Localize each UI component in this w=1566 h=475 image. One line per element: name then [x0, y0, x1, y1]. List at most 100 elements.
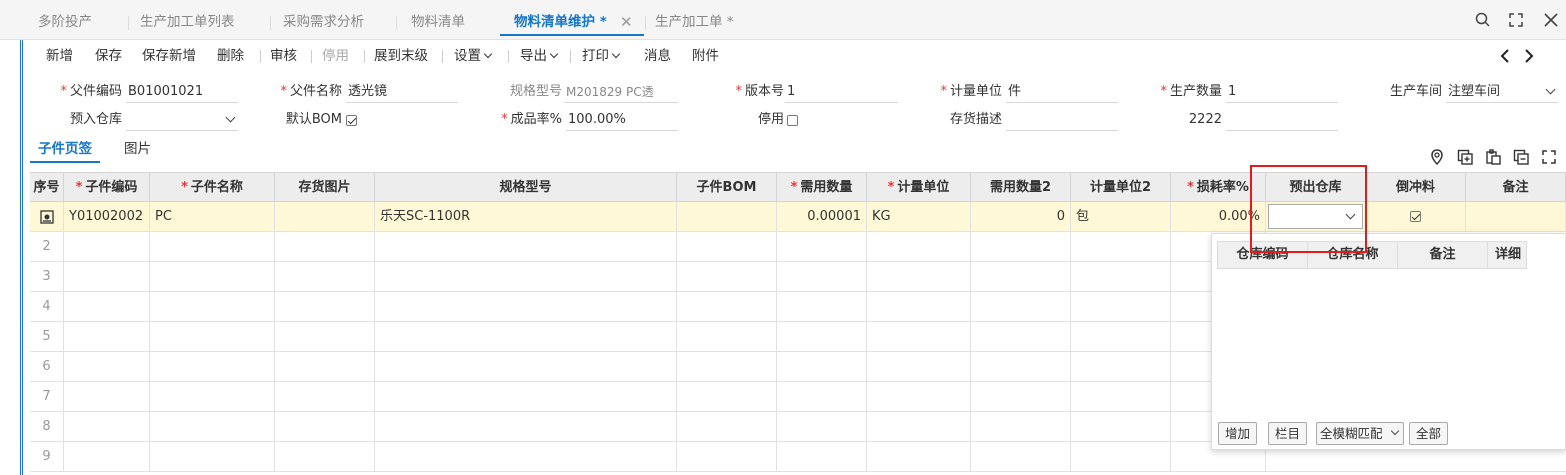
- cell-empty[interactable]: [375, 442, 677, 471]
- row-select-icon[interactable]: [30, 202, 64, 231]
- cell-empty[interactable]: [275, 322, 375, 351]
- cell-empty[interactable]: [971, 382, 1071, 411]
- default-bom-checkbox[interactable]: [346, 113, 357, 128]
- cell-empty[interactable]: [64, 382, 150, 411]
- expand-to-last-level-button[interactable]: 展到末级: [374, 41, 428, 71]
- cell-empty[interactable]: [64, 442, 150, 471]
- cell-empty[interactable]: [777, 352, 867, 381]
- show-all-button[interactable]: 全部: [1409, 422, 1449, 445]
- cell-empty[interactable]: [64, 232, 150, 261]
- delete-button[interactable]: 删除: [217, 41, 244, 71]
- cell-empty[interactable]: [777, 262, 867, 291]
- cell-empty[interactable]: [375, 292, 677, 321]
- copy-row-icon[interactable]: [1512, 148, 1530, 166]
- col-child-bom[interactable]: 子件BOM: [677, 173, 777, 202]
- location-pin-icon[interactable]: [1428, 148, 1446, 166]
- cell-empty[interactable]: [867, 232, 971, 261]
- cell-empty[interactable]: [777, 442, 867, 471]
- cell-empty[interactable]: [971, 412, 1071, 441]
- cell-empty[interactable]: [971, 292, 1071, 321]
- cell-unit-2[interactable]: 包: [1071, 202, 1171, 231]
- close-icon[interactable]: [1538, 6, 1564, 34]
- insert-row-icon[interactable]: [1456, 148, 1474, 166]
- tab-close-icon[interactable]: ✕: [620, 8, 633, 36]
- cell-empty[interactable]: [867, 442, 971, 471]
- cell-empty[interactable]: [375, 352, 677, 381]
- cell-empty[interactable]: [150, 442, 275, 471]
- col-unit-2[interactable]: 计量单位2: [1071, 173, 1171, 202]
- col-backflush[interactable]: 倒冲料: [1366, 173, 1466, 202]
- fullscreen-icon[interactable]: [1540, 148, 1558, 166]
- cell-empty[interactable]: [150, 412, 275, 441]
- cell-empty[interactable]: [375, 322, 677, 351]
- paste-icon[interactable]: [1484, 148, 1502, 166]
- cell-empty[interactable]: [150, 232, 275, 261]
- cell-child-bom[interactable]: [677, 202, 777, 231]
- cell-empty[interactable]: [971, 352, 1071, 381]
- parent-name-field[interactable]: 透光镜: [346, 81, 458, 103]
- cell-empty[interactable]: [375, 412, 677, 441]
- cell-empty[interactable]: [971, 442, 1071, 471]
- parent-code-field[interactable]: B01001021: [126, 81, 238, 103]
- cell-empty[interactable]: [275, 382, 375, 411]
- cell-empty[interactable]: [1071, 412, 1171, 441]
- export-menu[interactable]: 导出: [520, 41, 559, 71]
- subtab-images[interactable]: 图片: [124, 139, 151, 163]
- cell-empty[interactable]: [1071, 232, 1171, 261]
- cell-empty[interactable]: [777, 382, 867, 411]
- col-child-code[interactable]: * 子件编码: [64, 173, 150, 202]
- tab-multi-level-production[interactable]: 多阶投产: [38, 8, 92, 36]
- disable-button[interactable]: 停用: [322, 41, 349, 71]
- cell-empty[interactable]: [777, 322, 867, 351]
- cell-empty[interactable]: [1071, 262, 1171, 291]
- cell-empty[interactable]: [275, 442, 375, 471]
- cell-empty[interactable]: [375, 262, 677, 291]
- cell-empty[interactable]: [677, 262, 777, 291]
- cell-empty[interactable]: [1071, 382, 1171, 411]
- tab-work-order-list[interactable]: 生产加工单列表: [140, 8, 235, 36]
- cell-empty[interactable]: [971, 232, 1071, 261]
- cell-empty[interactable]: [150, 352, 275, 381]
- in-warehouse-select[interactable]: [126, 109, 238, 131]
- cell-empty[interactable]: [971, 262, 1071, 291]
- columns-button[interactable]: 栏目: [1268, 422, 1308, 445]
- cell-empty[interactable]: [777, 292, 867, 321]
- tab-bom[interactable]: 物料清单: [411, 8, 465, 36]
- cell-empty[interactable]: [867, 292, 971, 321]
- extra-field[interactable]: [1226, 109, 1338, 131]
- save-and-new-button[interactable]: 保存新增: [142, 41, 196, 71]
- col-warehouse-note[interactable]: 备注: [1398, 242, 1488, 268]
- cell-empty[interactable]: [777, 412, 867, 441]
- col-required-qty-2[interactable]: 需用数量2: [971, 173, 1071, 202]
- cell-empty[interactable]: [1071, 292, 1171, 321]
- cell-empty[interactable]: [64, 262, 150, 291]
- cell-empty[interactable]: [677, 382, 777, 411]
- cell-empty[interactable]: [64, 412, 150, 441]
- cell-empty[interactable]: [150, 262, 275, 291]
- cell-empty[interactable]: [275, 412, 375, 441]
- cell-empty[interactable]: [867, 262, 971, 291]
- next-record-icon[interactable]: [1518, 45, 1540, 67]
- cell-empty[interactable]: [1071, 322, 1171, 351]
- cell-empty[interactable]: [64, 322, 150, 351]
- qty-field[interactable]: 1: [1226, 81, 1338, 103]
- cell-child-name[interactable]: PC: [150, 202, 275, 231]
- col-child-name[interactable]: * 子件名称: [150, 173, 275, 202]
- cell-spec[interactable]: 乐天SC-1100R: [375, 202, 677, 231]
- cell-empty[interactable]: [64, 292, 150, 321]
- workshop-select[interactable]: 注塑车间: [1446, 81, 1558, 103]
- settings-menu[interactable]: 设置: [454, 41, 493, 71]
- cell-empty[interactable]: [375, 232, 677, 261]
- cell-child-code[interactable]: Y01002002: [64, 202, 150, 231]
- cell-empty[interactable]: [677, 232, 777, 261]
- cell-empty[interactable]: [867, 322, 971, 351]
- col-unit[interactable]: * 计量单位: [867, 173, 971, 202]
- subtab-child-items[interactable]: 子件页签: [30, 139, 100, 163]
- approve-button[interactable]: 审核: [270, 41, 297, 71]
- print-menu[interactable]: 打印: [582, 41, 621, 71]
- col-note[interactable]: 备注: [1466, 173, 1566, 202]
- add-warehouse-button[interactable]: 增加: [1218, 422, 1258, 445]
- unit-field[interactable]: 件: [1006, 81, 1118, 103]
- cell-empty[interactable]: [150, 292, 275, 321]
- cell-empty[interactable]: [1071, 442, 1171, 471]
